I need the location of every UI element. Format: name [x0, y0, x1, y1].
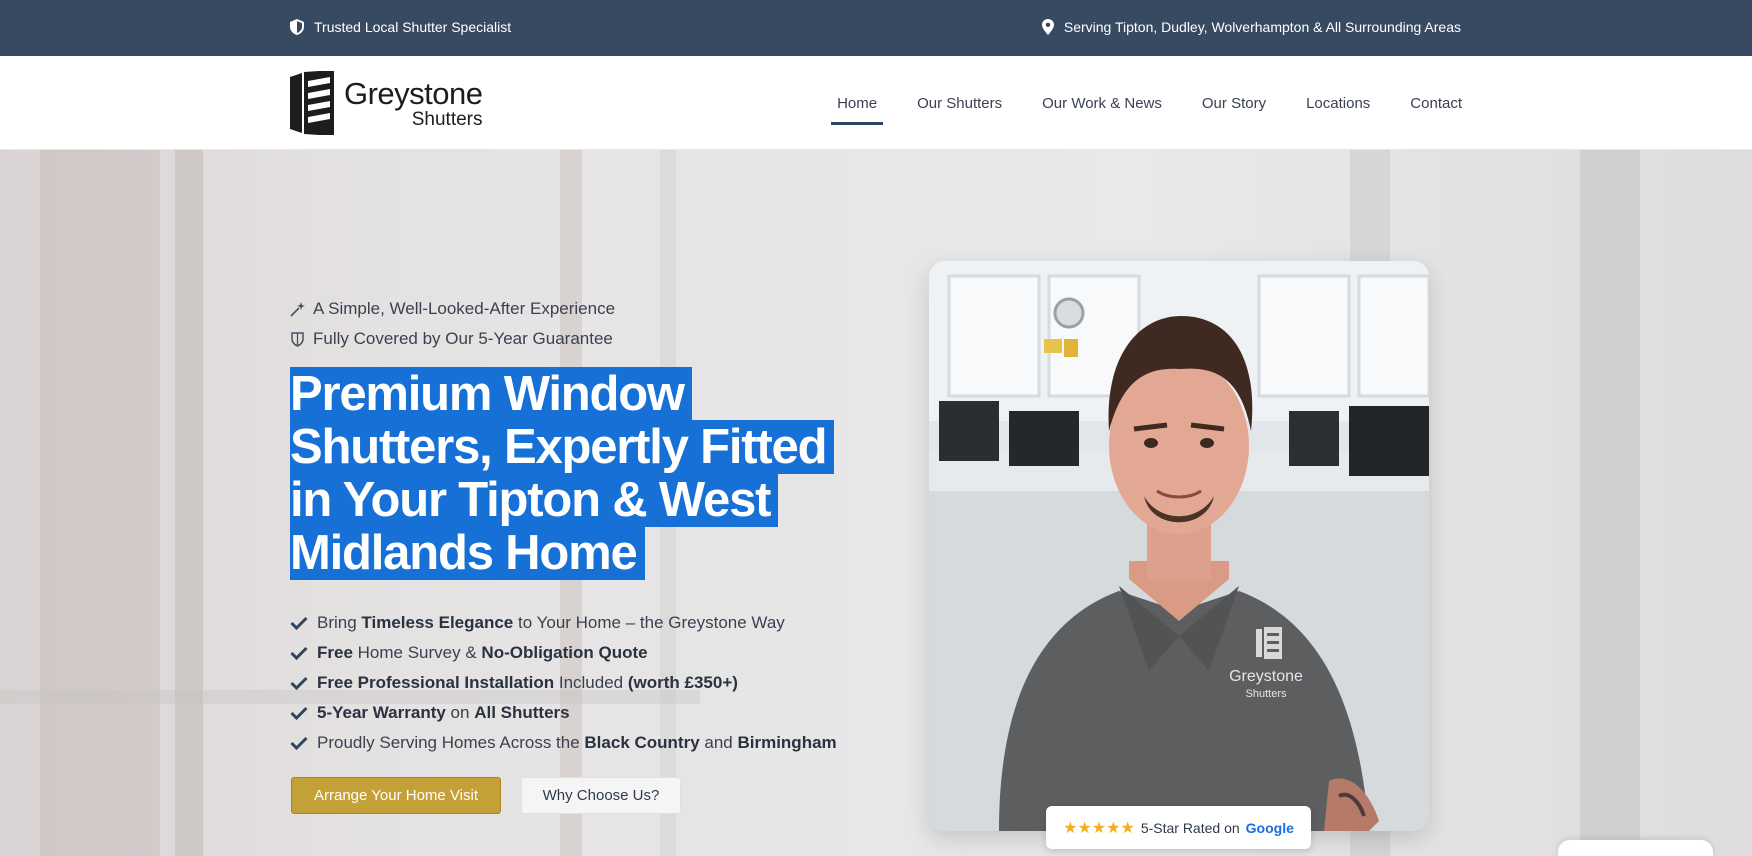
top-info-bar: Trusted Local Shutter Specialist Serving… — [0, 0, 1752, 56]
feature-text: 5-Year Warranty on All Shutters — [317, 703, 570, 722]
map-pin-icon — [1041, 19, 1054, 35]
specialist-photo: Greystone Shutters — [929, 261, 1429, 831]
shirt-logo-brand: Greystone — [1229, 668, 1303, 685]
kicker-experience-text: A Simple, Well-Looked-After Experience — [313, 299, 616, 318]
sparkle-icon — [290, 301, 305, 317]
nav-our-shutters[interactable]: Our Shutters — [897, 56, 1022, 150]
rating-text: 5-Star Rated on — [1140, 819, 1240, 836]
trusted-text: Trusted Local Shutter Specialist — [314, 19, 512, 35]
feature-item: 5-Year Warranty on All Shutters — [290, 698, 837, 728]
background-window-frame — [175, 150, 203, 856]
feature-text: Bring Timeless Elegance to Your Home – t… — [317, 613, 785, 632]
hero-headline-text: Premium Window Shutters, Expertly Fitted… — [290, 367, 835, 580]
chat-widget-peek[interactable] — [1558, 840, 1713, 856]
feature-item: Bring Timeless Elegance to Your Home – t… — [290, 608, 837, 638]
check-icon — [290, 646, 308, 660]
check-icon — [290, 676, 308, 690]
nav-home[interactable]: Home — [817, 56, 897, 150]
person-illustration: Greystone Shutters — [929, 261, 1429, 831]
service-area-text: Serving Tipton, Dudley, Wolverhampton & … — [1063, 19, 1461, 35]
google-label: Google — [1245, 819, 1294, 836]
background-window-frame — [40, 150, 160, 856]
main-nav: Home Our Shutters Our Work & News Our St… — [817, 56, 1482, 150]
kicker-experience: A Simple, Well-Looked-After Experience — [290, 299, 615, 319]
feature-list: Bring Timeless Elegance to Your Home – t… — [290, 608, 837, 758]
service-area: Serving Tipton, Dudley, Wolverhampton & … — [1041, 19, 1461, 35]
feature-text: Proudly Serving Homes Across the Black C… — [317, 733, 837, 752]
shield-check-icon — [291, 331, 304, 347]
google-rating-badge[interactable]: ★★★★★ 5-Star Rated on Google — [1046, 806, 1311, 849]
site-header: Greystone Shutters Home Our Shutters Our… — [0, 56, 1752, 150]
feature-text: Free Professional Installation Included … — [317, 673, 738, 692]
shield-icon — [290, 19, 304, 35]
site-logo[interactable]: Greystone Shutters — [290, 71, 483, 135]
nav-locations[interactable]: Locations — [1286, 56, 1390, 150]
logo-brand: Greystone — [344, 75, 483, 111]
feature-item: Proudly Serving Homes Across the Black C… — [290, 728, 837, 758]
feature-text: Free Home Survey & No-Obligation Quote — [317, 643, 648, 662]
logo-sub: Shutters — [411, 108, 483, 130]
hero-section: A Simple, Well-Looked-After Experience F… — [0, 150, 1752, 856]
nav-our-story[interactable]: Our Story — [1182, 56, 1286, 150]
star-rating-icon: ★★★★★ — [1063, 819, 1135, 837]
kicker-guarantee: Fully Covered by Our 5-Year Guarantee — [290, 329, 613, 349]
feature-item: Free Home Survey & No-Obligation Quote — [290, 638, 837, 668]
hero-headline: Premium Window Shutters, Expertly Fitted… — [290, 367, 850, 580]
check-icon — [290, 706, 308, 720]
kicker-guarantee-text: Fully Covered by Our 5-Year Guarantee — [313, 329, 613, 348]
nav-our-work-news[interactable]: Our Work & News — [1022, 56, 1182, 150]
why-choose-us-button[interactable]: Why Choose Us? — [521, 777, 681, 814]
shirt-logo-sub: Shutters — [1246, 688, 1287, 700]
check-icon — [290, 616, 308, 630]
feature-item: Free Professional Installation Included … — [290, 668, 837, 698]
check-icon — [290, 736, 308, 750]
nav-contact[interactable]: Contact — [1390, 56, 1482, 150]
background-window-frame — [1580, 150, 1640, 856]
shutter-logo-icon — [290, 71, 334, 135]
arrange-home-visit-button[interactable]: Arrange Your Home Visit — [291, 777, 501, 814]
trusted-badge: Trusted Local Shutter Specialist — [290, 19, 511, 35]
